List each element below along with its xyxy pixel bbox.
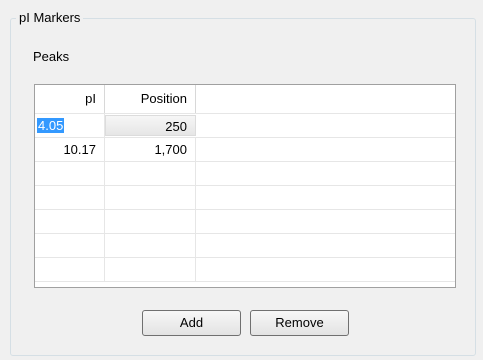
table-header: pI Position — [35, 85, 455, 114]
filler-cell — [196, 186, 455, 209]
remove-button[interactable]: Remove — [250, 310, 349, 336]
table-row[interactable]: 4.05 250 — [35, 114, 455, 138]
filler-cell — [196, 210, 455, 233]
selected-text[interactable]: 4.05 — [37, 118, 65, 133]
peaks-table[interactable]: pI Position 4.05 250 10.17 1,700 — [34, 84, 456, 288]
table-row[interactable] — [35, 234, 455, 258]
filler-cell — [196, 138, 455, 161]
filler-cell — [196, 234, 455, 257]
pi-cell[interactable]: 10.17 — [35, 138, 105, 161]
pi-cell[interactable] — [35, 186, 105, 209]
position-cell[interactable] — [105, 186, 196, 209]
group-title: pI Markers — [16, 10, 84, 25]
position-cell[interactable]: 1,700 — [105, 138, 196, 161]
add-button[interactable]: Add — [142, 310, 241, 336]
column-header-filler — [196, 85, 455, 113]
table-row[interactable]: 10.17 1,700 — [35, 138, 455, 162]
position-cell[interactable]: 250 — [105, 115, 196, 136]
pi-cell[interactable] — [35, 162, 105, 185]
pi-cell[interactable] — [35, 258, 105, 281]
filler-cell — [196, 114, 455, 137]
position-cell[interactable] — [105, 234, 196, 257]
position-cell[interactable] — [105, 210, 196, 233]
filler-cell — [196, 162, 455, 185]
position-cell[interactable] — [105, 258, 196, 281]
table-row[interactable] — [35, 210, 455, 234]
pi-cell[interactable] — [35, 210, 105, 233]
filler-cell — [196, 258, 455, 281]
pi-cell[interactable] — [35, 234, 105, 257]
table-row[interactable] — [35, 162, 455, 186]
table-row[interactable] — [35, 258, 455, 282]
table-row[interactable] — [35, 186, 455, 210]
position-cell[interactable] — [105, 162, 196, 185]
pi-cell-editor[interactable]: 4.05 — [35, 114, 105, 137]
peaks-label: Peaks — [33, 49, 70, 64]
column-header-position[interactable]: Position — [105, 85, 196, 113]
column-header-pi[interactable]: pI — [35, 85, 105, 113]
